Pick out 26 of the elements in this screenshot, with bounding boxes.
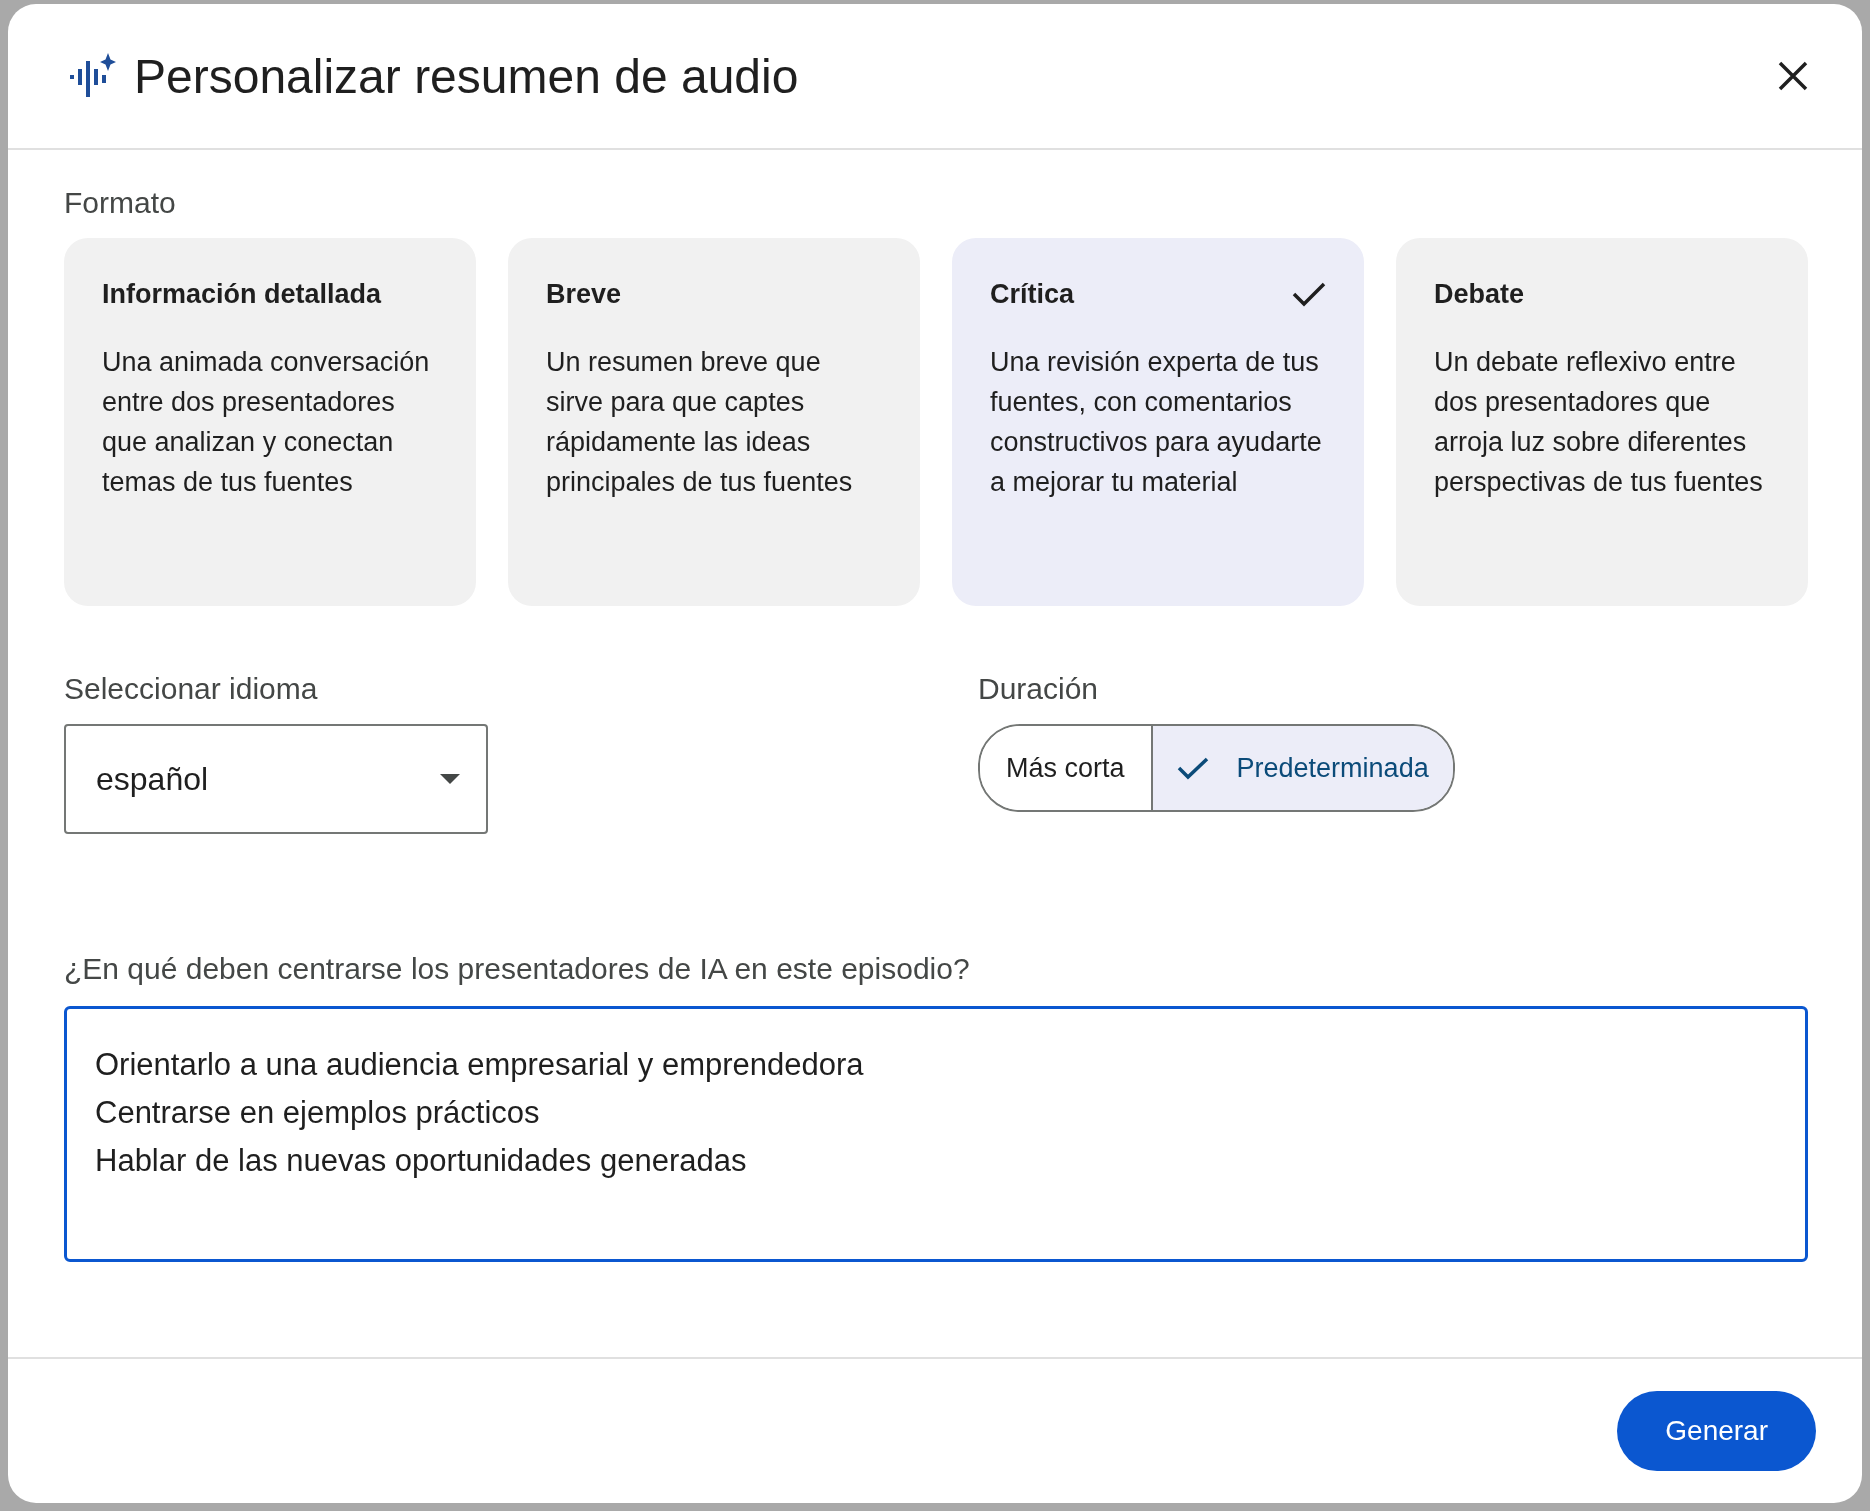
card-title: Información detallada — [102, 278, 382, 310]
check-icon — [1176, 756, 1209, 780]
field-label: Seleccionar idioma — [64, 672, 319, 706]
format-card[interactable]: Información detallada Una animada conversación entre dos presentadores que analizan y conectan temas de tus fuentes — [64, 238, 476, 606]
field-label: ¿En qué deben centrarse los presentadores de IA en este episodio? — [64, 952, 971, 986]
format-card[interactable]: Breve Un resumen breve que sirve para que captes rápidamente las ideas principales de tus fuentes — [508, 238, 920, 606]
section-label: Formato — [64, 186, 177, 220]
close-icon — [1778, 61, 1808, 91]
language-dropdown[interactable]: español — [64, 724, 488, 834]
card-description: Una animada conversación entre dos presentadores que analizan y conectan temas de tus fuentes — [102, 346, 431, 499]
format-card[interactable]: Debate Un debate reflexivo entre dos presentadores que arroja luz sobre diferentes perspectivas de tus fuentes — [1396, 238, 1808, 606]
focus-input-field[interactable]: Orientarlo a una audiencia empresarial y emprendedora Centrarse en ejemplos prácticos Hablar de las nuevas oportunidades generadas — [64, 1006, 1808, 1262]
card-description: Un resumen breve que sirve para que captes rápidamente las ideas principales de tus fuentes — [546, 346, 854, 499]
card-description: Una revisión experta de tus fuentes, con comentarios constructivos para ayudarte a mejorar tu material — [990, 346, 1323, 499]
duration-option[interactable]: Predeterminada — [1150, 726, 1453, 810]
card-title: Crítica — [990, 278, 1075, 310]
field-label: Duración — [978, 672, 1100, 706]
audio-sparkle-icon — [70, 53, 116, 99]
check-icon — [1292, 281, 1326, 307]
card-title: Debate — [1434, 278, 1525, 310]
dropdown-arrow-icon — [440, 774, 460, 784]
format-card[interactable]: Crítica Una revisión experta de tus fuentes, con comentarios constructivos para ayudarte a mejorar tu material — [952, 238, 1364, 606]
card-title: Breve — [546, 278, 622, 310]
dialog-title: Personalizar resumen de audio — [134, 48, 800, 104]
generate-button[interactable]: Generar — [1617, 1391, 1816, 1471]
card-description: Un debate reflexivo entre dos presentadores que arroja luz sobre diferentes perspectivas de tus fuentes — [1434, 346, 1764, 499]
